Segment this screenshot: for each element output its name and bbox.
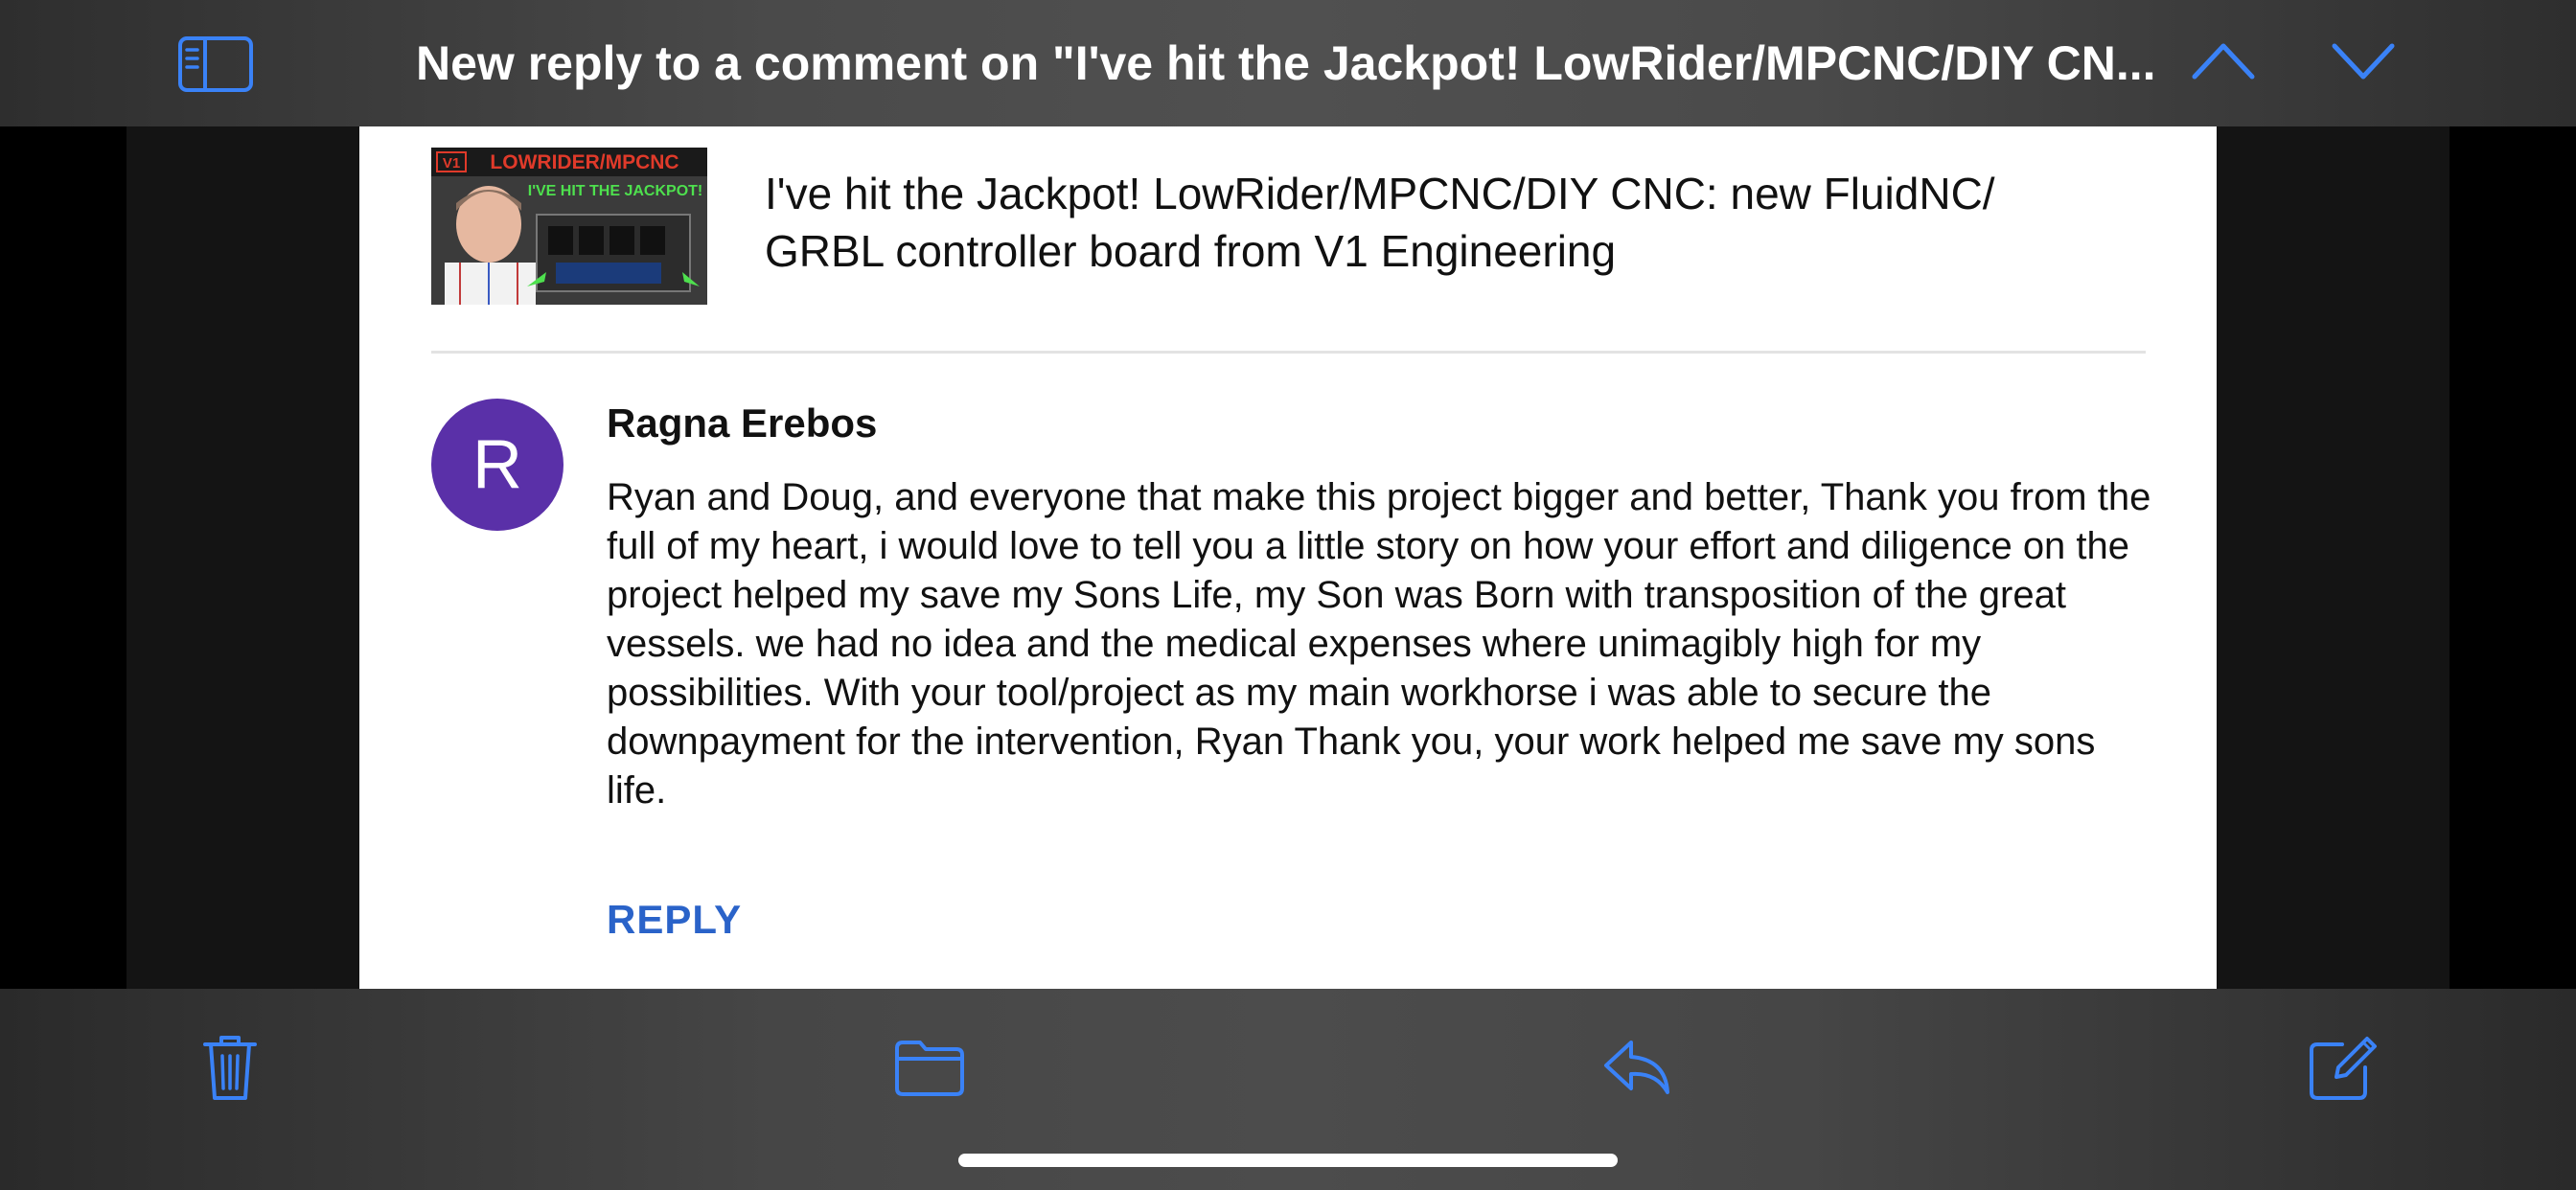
video-thumbnail[interactable]: V1 LOWRIDER/MPCNC I'VE HIT THE JACKPOT! (431, 148, 707, 305)
reply-link[interactable]: REPLY (607, 893, 742, 947)
comment-text: Ryan and Doug, and everyone that make th… (607, 476, 2151, 812)
home-indicator[interactable] (958, 1154, 1618, 1167)
avatar: R (431, 399, 564, 531)
bottom-toolbar (0, 989, 2576, 1190)
top-nav-bar: New reply to a comment on "I've hit the … (0, 0, 2576, 126)
mail-screen: New reply to a comment on "I've hit the … (0, 0, 2576, 1190)
video-title-link[interactable]: I've hit the Jackpot! LowRider/MPCNC/DIY… (765, 165, 2087, 280)
reply-icon[interactable] (1598, 1029, 1675, 1106)
thumbnail-headline: LOWRIDER/MPCNC (490, 151, 678, 173)
sidebar-icon[interactable] (178, 36, 253, 92)
thumbnail-logo: V1 (443, 155, 460, 172)
chevron-down-icon[interactable] (2331, 40, 2396, 80)
thumbnail-subheadline: I'VE HIT THE JACKPOT! (528, 183, 702, 199)
folder-icon[interactable] (891, 1029, 968, 1106)
trash-icon[interactable] (192, 1029, 268, 1106)
comment-author: Ragna Erebos (607, 400, 878, 446)
email-subject-title: New reply to a comment on "I've hit the … (416, 36, 2156, 90)
compose-icon[interactable] (2304, 1029, 2380, 1106)
divider (431, 351, 2146, 354)
email-body-card: V1 LOWRIDER/MPCNC I'VE HIT THE JACKPOT! (359, 126, 2217, 989)
chevron-up-icon[interactable] (2191, 40, 2256, 80)
